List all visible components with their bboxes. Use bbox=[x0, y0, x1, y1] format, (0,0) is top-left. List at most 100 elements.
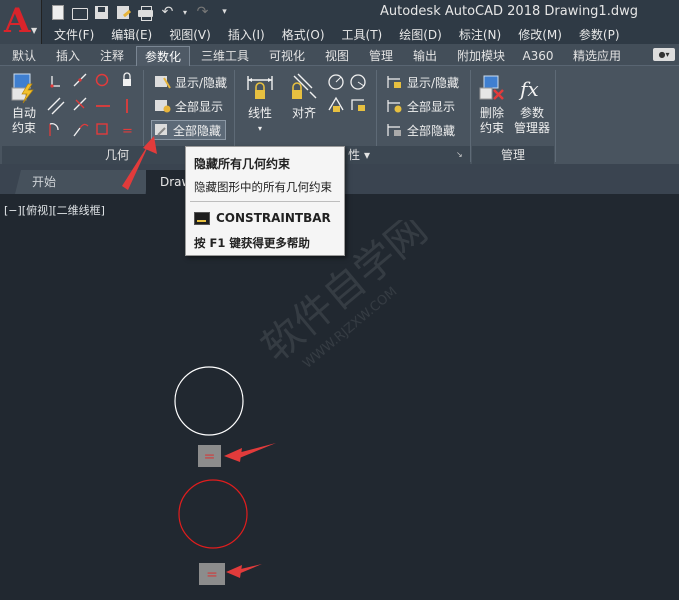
auto-constrain-button[interactable]: 自动 约束 bbox=[4, 72, 44, 136]
dialog-launcher-icon[interactable]: ↘ bbox=[456, 150, 463, 159]
tooltip-help: 按 F1 键获得更多帮助 bbox=[194, 235, 310, 251]
tooltip-command-name: CONSTRAINTBAR bbox=[216, 211, 331, 225]
tangent-icon bbox=[49, 123, 59, 136]
smooth-icon bbox=[73, 123, 89, 137]
linear-dimension-icon bbox=[244, 72, 276, 104]
tab-start[interactable]: 开始 bbox=[15, 170, 151, 194]
window-title: Autodesk AutoCAD 2018 Drawing1.dwg bbox=[380, 4, 638, 19]
tooltip-help-suffix: 键获得更多帮助 bbox=[225, 236, 310, 250]
application-menu-button[interactable]: A ▼ bbox=[0, 0, 42, 44]
red-circle bbox=[178, 479, 248, 549]
equal-constraint-icon-1: = bbox=[198, 445, 221, 467]
function-fx-icon: fx bbox=[516, 72, 548, 104]
tab-a360[interactable]: A360 bbox=[518, 46, 558, 66]
quick-access-toolbar: ↶ ▾ ↷ ▾ bbox=[50, 4, 233, 22]
collinear-icon bbox=[73, 73, 87, 87]
panel-separator bbox=[555, 70, 556, 162]
undo-dropdown-icon[interactable]: ▾ bbox=[181, 4, 189, 21]
perpendicular-icon bbox=[73, 97, 87, 111]
coincident-icon bbox=[50, 76, 60, 88]
diameter-dimension-icon bbox=[328, 96, 344, 112]
tab-featured-apps[interactable]: 精选应用 bbox=[566, 46, 628, 66]
hide-all-icon bbox=[152, 122, 170, 138]
white-circle bbox=[174, 366, 244, 436]
linear-dropdown-icon[interactable]: ▾ bbox=[242, 121, 278, 136]
dimensional-show-all-icon bbox=[386, 98, 404, 114]
menu-file[interactable]: 文件(F) bbox=[48, 26, 100, 44]
menu-tools[interactable]: 工具(T) bbox=[336, 26, 389, 44]
ribbon-minimize-icon[interactable]: ●▾ bbox=[653, 48, 675, 61]
menu-dimension[interactable]: 标注(N) bbox=[453, 26, 507, 44]
save-icon[interactable] bbox=[93, 4, 110, 21]
svg-text:=: = bbox=[206, 567, 218, 583]
geometric-hide-all-button[interactable]: 全部隐藏 bbox=[151, 120, 227, 140]
linear-dimension-button[interactable]: 线性 ▾ bbox=[242, 72, 278, 136]
equal-constraint-icon-2: = bbox=[199, 563, 225, 585]
tab-manage[interactable]: 管理 bbox=[362, 46, 400, 66]
menu-modify[interactable]: 修改(M) bbox=[512, 26, 568, 44]
parameters-manager-label-2: 管理器 bbox=[513, 121, 550, 135]
qat-dropdown-icon[interactable]: ▾ bbox=[216, 4, 233, 21]
dimensional-show-hide-icon bbox=[386, 74, 404, 90]
tab-insert[interactable]: 插入 bbox=[48, 46, 88, 66]
new-icon[interactable] bbox=[52, 5, 64, 20]
menu-format[interactable]: 格式(O) bbox=[276, 26, 331, 44]
aligned-dimension-icon bbox=[288, 72, 320, 104]
geometric-hide-all-label: 全部隐藏 bbox=[173, 123, 222, 138]
dimensional-show-all-button[interactable]: 全部显示 bbox=[386, 96, 455, 116]
tab-view[interactable]: 视图 bbox=[318, 46, 356, 66]
tab-default[interactable]: 默认 bbox=[4, 46, 44, 66]
command-line-icon bbox=[194, 211, 210, 225]
tab-3d-tools[interactable]: 三维工具 bbox=[194, 46, 256, 66]
redo-icon[interactable]: ↷ bbox=[194, 4, 211, 21]
dimensional-hide-all-icon bbox=[386, 122, 404, 138]
delete-constraints-icon bbox=[476, 72, 508, 104]
saveas-icon[interactable] bbox=[115, 4, 132, 21]
manage-panel-title[interactable]: 管理 bbox=[472, 146, 554, 164]
print-icon[interactable] bbox=[137, 4, 154, 21]
tooltip-divider bbox=[190, 201, 340, 202]
tab-annotate[interactable]: 注释 bbox=[92, 46, 132, 66]
tab-addins[interactable]: 附加模块 bbox=[450, 46, 512, 66]
concentric-icon bbox=[95, 73, 109, 87]
tab-output[interactable]: 输出 bbox=[406, 46, 444, 66]
geometric-show-hide-button[interactable]: 显示/隐藏 bbox=[154, 72, 227, 92]
svg-text:fx: fx bbox=[518, 77, 539, 101]
linear-dimension-label: 线性 bbox=[247, 106, 272, 120]
menu-edit[interactable]: 编辑(E) bbox=[105, 26, 158, 44]
tooltip-command: CONSTRAINTBAR bbox=[194, 210, 331, 226]
tab-parametric[interactable]: 参数化 bbox=[136, 46, 190, 66]
menu-parametric[interactable]: 参数(P) bbox=[573, 26, 626, 44]
tooltip-help-prefix: 按 bbox=[194, 236, 210, 250]
geometric-show-all-button[interactable]: 全部显示 bbox=[154, 96, 223, 116]
menu-insert[interactable]: 插入(I) bbox=[222, 26, 271, 44]
angular-dimension-icon bbox=[328, 74, 344, 90]
delete-constraints-label-1: 删除 bbox=[479, 106, 504, 120]
open-icon[interactable] bbox=[71, 4, 88, 21]
dimensional-show-hide-button[interactable]: 显示/隐藏 bbox=[386, 72, 459, 92]
convert-dimension-icon bbox=[351, 99, 365, 111]
parameters-manager-button[interactable]: fx 参数 管理器 bbox=[512, 72, 552, 136]
menu-bar: 文件(F) 编辑(E) 视图(V) 插入(I) 格式(O) 工具(T) 绘图(D… bbox=[42, 26, 679, 44]
delete-constraints-button[interactable]: 删除 约束 bbox=[474, 72, 510, 136]
equal-icon: = bbox=[122, 124, 133, 139]
tooltip-description: 隐藏图形中的所有几何约束 bbox=[194, 180, 332, 194]
auto-constrain-icon bbox=[8, 72, 40, 104]
menu-draw[interactable]: 绘图(D) bbox=[393, 26, 448, 44]
menu-view[interactable]: 视图(V) bbox=[163, 26, 217, 44]
title-bar: A ▼ ↶ ▾ ↷ ▾ Autodesk AutoCAD 2018 Drawin… bbox=[0, 0, 679, 44]
aligned-dimension-button[interactable]: 对齐 bbox=[286, 72, 322, 121]
delete-constraints-label-2: 约束 bbox=[479, 121, 504, 135]
dimensional-show-all-label: 全部显示 bbox=[407, 99, 456, 114]
parameters-manager-label-1: 参数 bbox=[519, 106, 544, 120]
fix-icon bbox=[123, 72, 131, 86]
undo-icon[interactable]: ↶ bbox=[159, 4, 176, 21]
dimensional-hide-all-button[interactable]: 全部隐藏 bbox=[386, 120, 455, 140]
tooltip-help-key: F1 bbox=[209, 236, 226, 250]
annotation-arrow-1-head bbox=[224, 448, 242, 462]
geometric-show-hide-label: 显示/隐藏 bbox=[175, 75, 228, 90]
chevron-down-icon: ▼ bbox=[31, 26, 38, 35]
svg-text:=: = bbox=[204, 449, 216, 465]
tab-visualize[interactable]: 可视化 bbox=[262, 46, 312, 66]
aligned-dimension-label: 对齐 bbox=[291, 106, 316, 120]
